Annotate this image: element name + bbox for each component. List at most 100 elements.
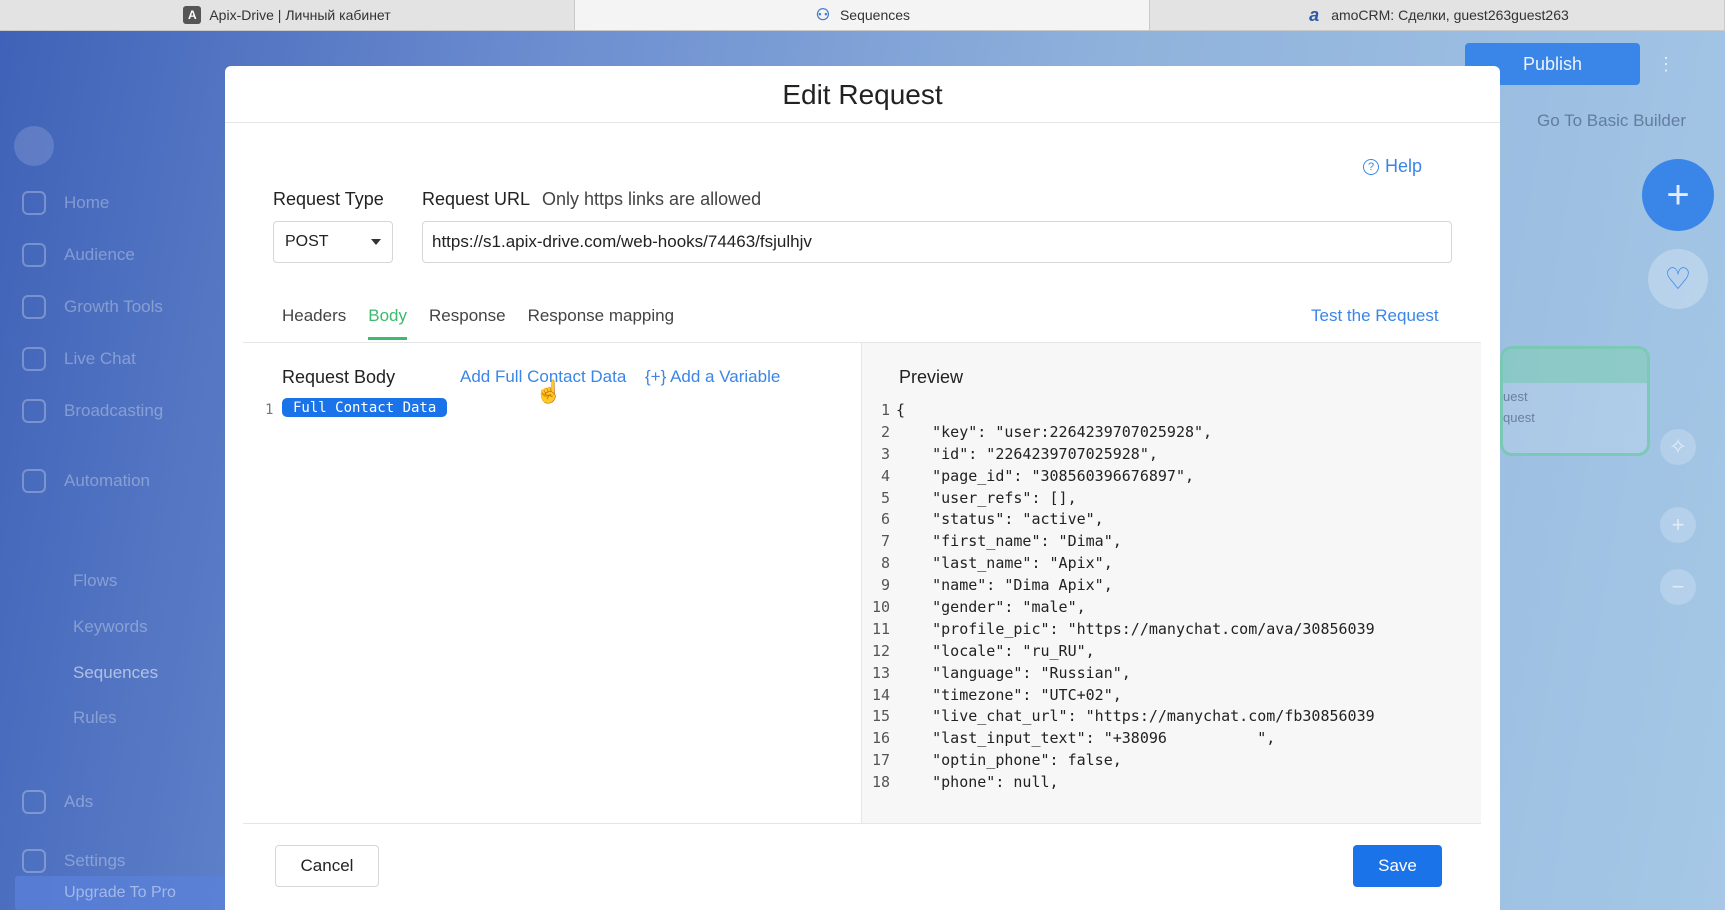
sidebar-item-label: Audience <box>64 245 135 264</box>
request-type-select[interactable]: POST <box>273 221 393 263</box>
tab-body[interactable]: Body <box>368 306 407 340</box>
favorite-button[interactable]: ♡ <box>1648 249 1708 309</box>
sidebar-item-audience[interactable]: Audience <box>22 243 135 267</box>
code-line: 12 "locale": "ru_RU", <box>862 640 1481 662</box>
sidebar-item-automation[interactable]: Automation <box>22 469 150 493</box>
request-url-input[interactable] <box>422 221 1452 263</box>
code-text: "timezone": "UTC+02", <box>896 685 1122 704</box>
sidebar-item-label: Broadcasting <box>64 401 164 420</box>
zoom-in-icon: + <box>1671 512 1685 537</box>
add-step-button[interactable]: + <box>1642 159 1714 231</box>
code-text: "status": "active", <box>896 510 1104 529</box>
line-number: 16 <box>871 729 890 748</box>
line-number: 2 <box>880 422 890 441</box>
tab-response-mapping[interactable]: Response mapping <box>528 306 674 340</box>
ads-icon <box>22 790 46 814</box>
code-text: "name": "Dima Apix", <box>896 576 1113 595</box>
sidebar-item-home[interactable]: Home <box>22 191 109 215</box>
cancel-button[interactable]: Cancel <box>275 845 379 887</box>
sidebar-subitem-rules[interactable]: Rules <box>73 708 116 728</box>
code-text: "id": "2264239707025928", <box>896 444 1158 463</box>
add-variable-link[interactable]: {+} Add a Variable <box>645 367 780 387</box>
code-line: 10 "gender": "male", <box>862 596 1481 618</box>
edit-request-modal: Edit Request ? Help Request Type Request… <box>225 66 1500 910</box>
line-number: 9 <box>880 576 890 595</box>
code-line: 15 "live_chat_url": "https://manychat.co… <box>862 705 1481 727</box>
full-contact-data-chip[interactable]: Full Contact Data <box>282 398 448 417</box>
broadcast-icon <box>22 399 46 423</box>
chat-icon <box>22 347 46 371</box>
chevron-down-icon <box>371 239 381 245</box>
settings-icon <box>22 849 46 873</box>
sidebar-item-settings[interactable]: Settings <box>22 849 125 873</box>
code-line: 13 "language": "Russian", <box>862 662 1481 684</box>
growth-tools-icon <box>22 295 46 319</box>
code-line: 6 "status": "active", <box>862 508 1481 530</box>
zoom-out-button[interactable]: − <box>1660 569 1696 605</box>
sidebar-item-growth-tools[interactable]: Growth Tools <box>22 295 163 319</box>
avatar <box>14 126 54 166</box>
sidebar-item-label: Home <box>64 193 110 212</box>
code-text: "last_name": "Apix", <box>896 554 1113 573</box>
code-line: 11 "profile_pic": "https://manychat.com/… <box>862 618 1481 640</box>
sidebar-item-broadcasting[interactable]: Broadcasting <box>22 399 163 423</box>
sidebar-subitem-sequences[interactable]: Sequences <box>73 663 158 683</box>
sidebar-item-label: Ads <box>64 792 94 811</box>
apix-logo-icon: A <box>183 6 202 24</box>
flow-node[interactable]: uest quest <box>1500 346 1650 456</box>
code-text: "page_id": "308560396676897", <box>896 466 1195 485</box>
flow-node-line: uest <box>1503 389 1528 404</box>
sidebar-subitem-keywords[interactable]: Keywords <box>73 617 148 637</box>
code-text: "key": "user:2264239707025928", <box>896 422 1213 441</box>
amocrm-logo-icon: a <box>1309 4 1320 25</box>
upgrade-button[interactable]: Upgrade To Pro <box>15 876 225 910</box>
code-line: 3 "id": "2264239707025928", <box>862 443 1481 465</box>
browser-tab-sequences[interactable]: ⚇ Sequences <box>575 0 1150 30</box>
browser-tab-label: amoCRM: Сделки, guest263guest263 <box>1331 7 1569 23</box>
line-number: 10 <box>871 597 890 616</box>
help-icon: ? <box>1363 158 1379 175</box>
code-text: "gender": "male", <box>896 597 1086 616</box>
line-number: 1 <box>880 400 890 419</box>
line-number: 15 <box>871 707 890 726</box>
preview-title: Preview <box>899 367 964 387</box>
preview-code: 1{2 "key": "user:2264239707025928", 3 "id… <box>862 399 1481 793</box>
code-text: "profile_pic": "https://manychat.com/ava… <box>896 619 1375 638</box>
line-number: 7 <box>880 532 890 551</box>
request-url-label: Request URL <box>422 189 531 209</box>
sidebar-item-ads[interactable]: Ads <box>22 790 93 814</box>
code-line: 2 "key": "user:2264239707025928", <box>862 421 1481 443</box>
tab-response[interactable]: Response <box>429 306 506 340</box>
flow-node-header <box>1503 349 1647 383</box>
help-link[interactable]: ? Help <box>1363 156 1422 177</box>
browser-tab-label: Sequences <box>839 7 911 23</box>
sidebar-subitem-flows[interactable]: Flows <box>73 571 117 591</box>
tab-headers[interactable]: Headers <box>282 306 346 340</box>
code-line: 5 "user_refs": [], <box>862 487 1481 509</box>
plus-icon: + <box>1666 172 1690 217</box>
zoom-out-icon: − <box>1671 574 1685 599</box>
code-line: 1{ <box>862 399 1481 421</box>
sidebar-item-live-chat[interactable]: Live Chat <box>22 347 136 371</box>
line-number: 4 <box>880 466 890 485</box>
browser-tab-apix[interactable]: A Apix-Drive | Личный кабинет <box>0 0 575 30</box>
magic-wand-button[interactable]: ✧ <box>1660 429 1696 465</box>
browser-tab-amocrm[interactable]: a amoCRM: Сделки, guest263guest263 <box>1150 0 1725 30</box>
browser-tab-label: Apix-Drive | Личный кабинет <box>209 7 391 23</box>
code-text: "last_input_text": "+38096 ", <box>896 729 1276 748</box>
zoom-in-button[interactable]: + <box>1660 507 1696 543</box>
line-number: 6 <box>880 510 890 529</box>
code-text: "optin_phone": false, <box>896 751 1122 770</box>
line-number: 3 <box>880 444 890 463</box>
modal-title: Edit Request <box>782 79 943 110</box>
line-number: 14 <box>871 685 890 704</box>
home-icon <box>22 191 46 215</box>
basic-builder-link[interactable]: Go To Basic Builder <box>1537 111 1686 131</box>
help-label: Help <box>1385 156 1423 176</box>
automation-icon <box>22 469 46 493</box>
save-button[interactable]: Save <box>1353 845 1442 887</box>
code-text: { <box>896 400 906 419</box>
test-request-link[interactable]: Test the Request <box>1311 306 1439 326</box>
heart-icon: ♡ <box>1664 262 1692 296</box>
more-options-icon[interactable]: ⋮ <box>1655 43 1677 85</box>
